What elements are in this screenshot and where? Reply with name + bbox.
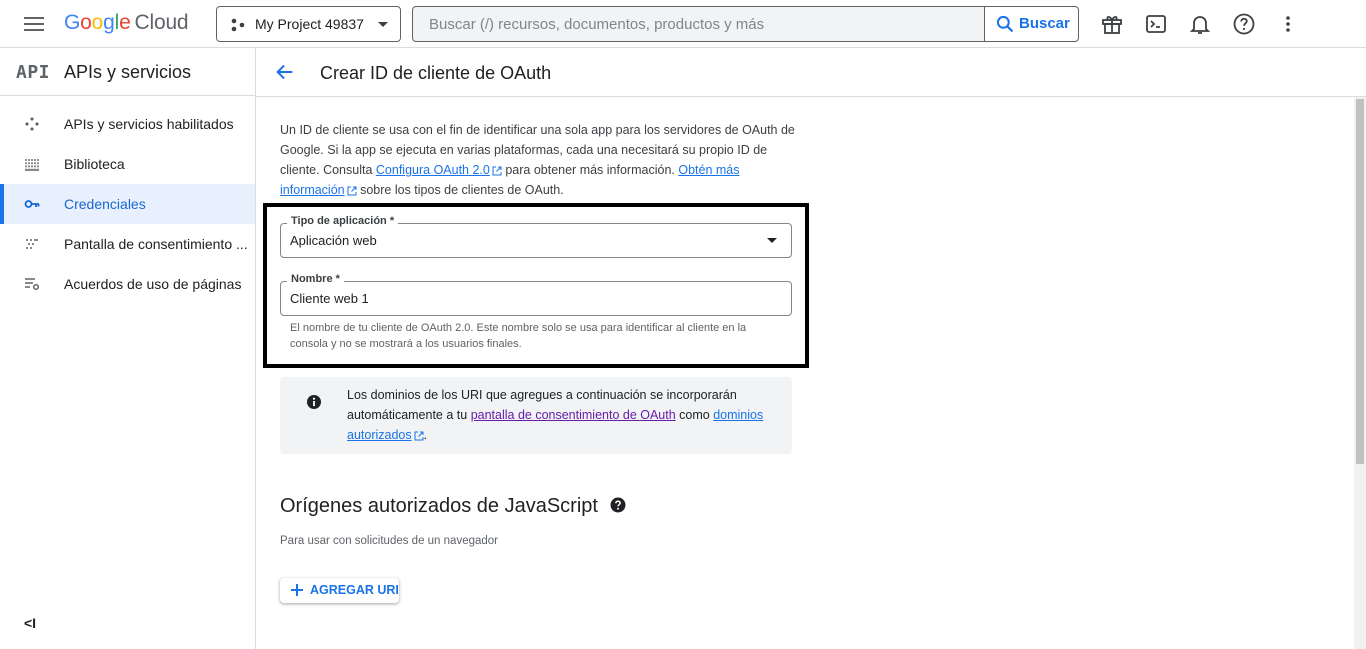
help-icon[interactable] <box>610 497 626 513</box>
library-icon <box>25 159 39 171</box>
search-icon <box>996 15 1014 33</box>
sidebar-title: APIs y servicios <box>64 62 192 82</box>
api-logo: API <box>16 62 51 83</box>
intro-text: Un ID de cliente se usa con el fin de id… <box>280 123 795 197</box>
name-field[interactable]: Nombre * Cliente web 1 <box>280 273 792 316</box>
key-icon <box>24 200 40 208</box>
project-selector[interactable]: My Project 49837 <box>216 6 401 42</box>
apis-icon <box>25 117 39 131</box>
search-input[interactable] <box>413 7 985 41</box>
info-box: Los dominios de los URI que agregues a c… <box>280 377 792 454</box>
app-type-value: Aplicación web <box>290 233 377 248</box>
help-circle-icon[interactable] <box>1232 12 1256 36</box>
consent-screen-link[interactable]: pantalla de consentimiento de OAuth <box>471 408 676 422</box>
search-button[interactable]: Buscar <box>984 7 1078 41</box>
sidebar-item-acuerdos-uso[interactable]: Acuerdos de uso de páginas <box>0 264 255 304</box>
external-link-icon <box>414 431 424 441</box>
project-hierarchy-icon <box>231 18 245 32</box>
page-title: Crear ID de cliente de OAuth <box>320 63 552 83</box>
sidebar-header: API APIs y servicios <box>0 48 255 96</box>
plus-icon <box>291 584 303 596</box>
external-link-icon <box>347 186 357 196</box>
js-origins-subtitle: Para usar con solicitudes de un navegado… <box>280 535 499 547</box>
top-bar: Google Cloud My Project 49837 Buscar <box>0 0 1366 48</box>
name-label: Nombre * <box>287 273 344 285</box>
main-content: Crear ID de cliente de OAuth Un ID de cl… <box>256 48 1366 649</box>
bell-icon[interactable] <box>1188 12 1212 36</box>
app-type-select[interactable]: Tipo de aplicación * Aplicación web <box>280 215 792 258</box>
dropdown-arrow-icon <box>767 238 777 243</box>
terminal-icon[interactable] <box>1144 12 1168 36</box>
collapse-sidebar-icon[interactable]: <I <box>24 615 36 631</box>
scrollbar-thumb[interactable] <box>1356 99 1364 464</box>
consent-icon <box>26 239 38 249</box>
gift-icon[interactable] <box>1100 12 1124 36</box>
search-bar: Buscar <box>412 6 1079 42</box>
scrollbar[interactable] <box>1354 97 1366 649</box>
page-header: Crear ID de cliente de OAuth <box>256 48 1366 97</box>
menu-icon[interactable] <box>22 14 46 34</box>
name-hint: El nombre de tu cliente de OAuth 2.0. Es… <box>290 322 747 350</box>
back-arrow-icon[interactable] <box>274 61 296 83</box>
js-origins-title: Orígenes autorizados de JavaScript <box>280 495 598 517</box>
app-type-label: Tipo de aplicación * <box>287 215 399 227</box>
chevron-down-icon <box>378 22 388 27</box>
add-uri-button[interactable]: AGREGAR URI <box>280 578 399 603</box>
project-name: My Project 49837 <box>255 16 364 32</box>
info-text: Los dominios de los URI que agregues a c… <box>347 388 764 442</box>
sidebar-item-biblioteca[interactable]: Biblioteca <box>0 144 255 184</box>
sidebar-nav: APIs y servicios habilitados Biblioteca … <box>0 96 255 304</box>
sidebar-item-apis-habilitados[interactable]: APIs y servicios habilitados <box>0 104 255 144</box>
settings-list-icon <box>25 278 40 291</box>
configure-oauth-link[interactable]: Configura OAuth 2.0 <box>376 163 490 177</box>
external-link-icon <box>492 166 502 176</box>
sidebar-item-pantalla-consentimiento[interactable]: Pantalla de consentimiento ... <box>0 224 255 264</box>
more-vert-icon[interactable] <box>1276 12 1300 36</box>
info-icon <box>307 395 321 409</box>
sidebar: API APIs y servicios APIs y servicios ha… <box>0 48 256 649</box>
sidebar-item-credenciales[interactable]: Credenciales <box>0 184 255 224</box>
name-value: Cliente web 1 <box>290 291 369 306</box>
google-cloud-logo[interactable]: Google Cloud <box>64 11 189 35</box>
